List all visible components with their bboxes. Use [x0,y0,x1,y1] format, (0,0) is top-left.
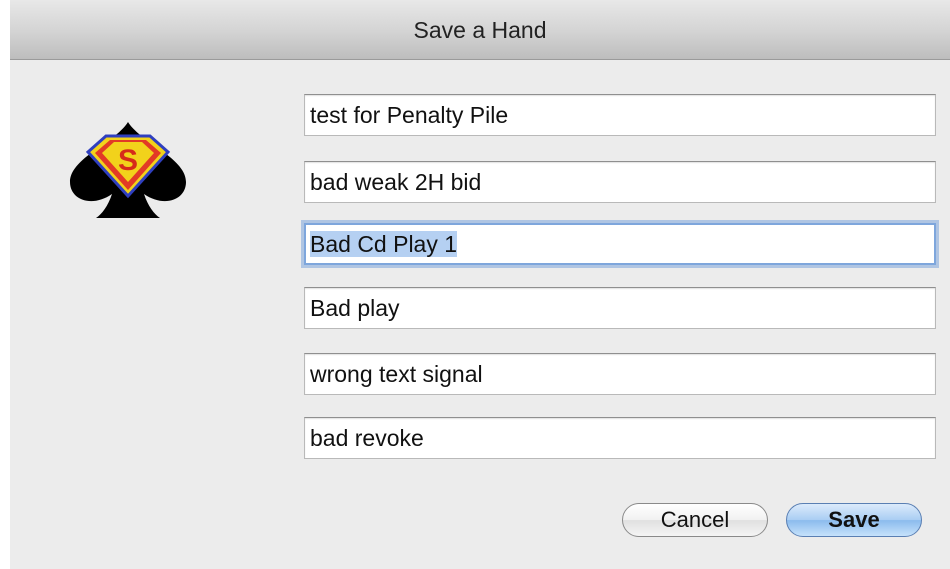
superman-spade-logo-icon: S [70,122,186,218]
hand-name-field-6[interactable]: bad revoke [304,417,936,459]
field-value: test for Penalty Pile [310,102,509,128]
field-value: Bad play [310,295,400,321]
save-hand-dialog: Save a Hand S test for Penalty Pile bad … [10,0,950,569]
field-value: bad weak 2H bid [310,169,482,195]
emblem-letter: S [118,144,138,177]
hand-name-field-1[interactable]: test for Penalty Pile [304,94,936,136]
save-button[interactable]: Save [786,503,922,537]
hand-name-field-5[interactable]: wrong text signal [304,353,936,395]
cancel-button[interactable]: Cancel [622,503,768,537]
window-title: Save a Hand [413,17,547,43]
selected-text: Bad Cd Play 1 [310,231,458,257]
hand-name-field-4[interactable]: Bad play [304,287,936,329]
field-value: wrong text signal [310,361,483,387]
hand-name-field-3[interactable]: Bad Cd Play 1 [304,223,936,265]
title-bar[interactable]: Save a Hand [10,0,950,60]
hand-name-field-2[interactable]: bad weak 2H bid [304,161,936,203]
field-value: bad revoke [310,425,424,451]
